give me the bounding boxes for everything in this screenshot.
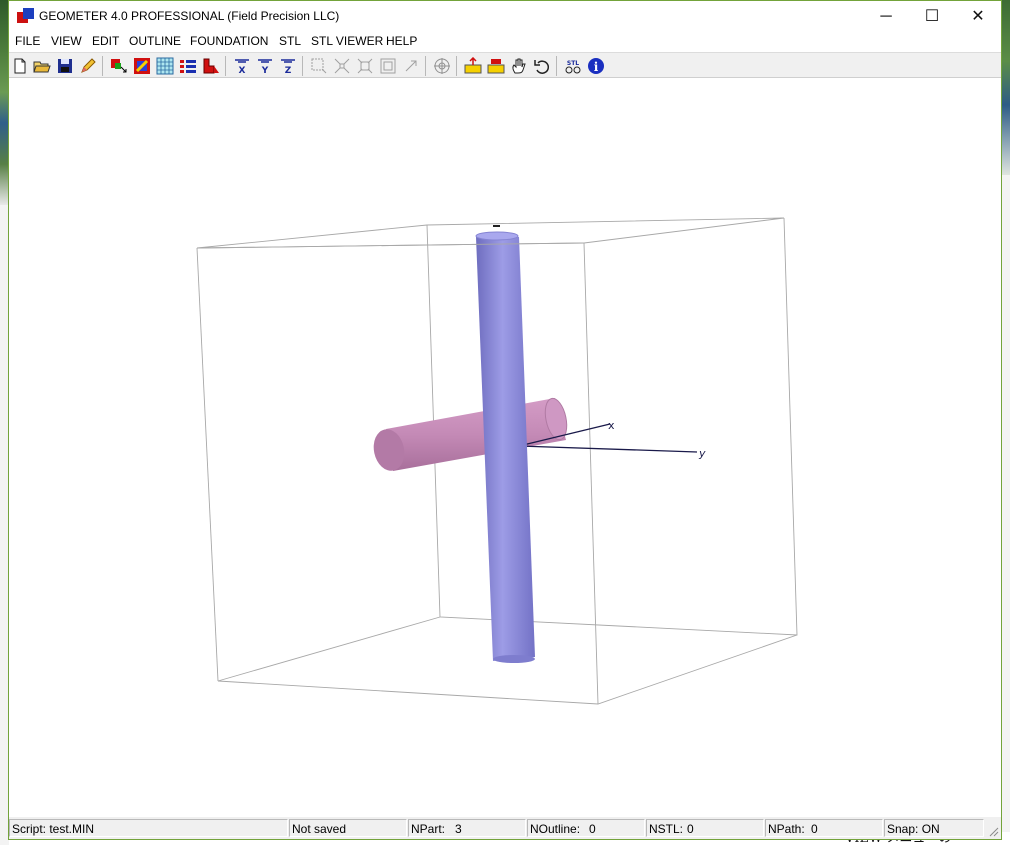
menu-bar: FILE VIEW EDIT OUTLINE FOUNDATION STL ST…: [9, 32, 1001, 51]
select-box-icon[interactable]: [310, 57, 328, 75]
menu-stl[interactable]: STL: [279, 34, 301, 48]
status-script: Script: test.MIN: [9, 819, 288, 837]
save-part-icon[interactable]: [487, 57, 505, 75]
noutline-value: 0: [589, 822, 596, 836]
horizontal-cylinder[interactable]: [370, 396, 570, 473]
undo-icon[interactable]: [533, 57, 551, 75]
status-nstl: NSTL: 0: [646, 819, 764, 837]
menu-view[interactable]: VIEW: [51, 34, 82, 48]
application-window: GEOMETER 4.0 PROFESSIONAL (Field Precisi…: [8, 0, 1002, 840]
toolbar-separator: [302, 56, 303, 76]
menu-edit[interactable]: EDIT: [92, 34, 119, 48]
toolbar-separator: [225, 56, 226, 76]
desktop-wallpaper-fragment: [1002, 0, 1010, 175]
npath-label: NPath:: [768, 822, 805, 836]
menu-help[interactable]: HELP: [386, 34, 417, 48]
svg-text:X: X: [239, 66, 246, 75]
axis-x-label: x: [608, 419, 615, 432]
npart-label: NPart:: [411, 822, 446, 836]
info-icon[interactable]: i: [587, 57, 605, 75]
status-saved: Not saved: [289, 819, 407, 837]
menu-outline[interactable]: OUTLINE: [129, 34, 181, 48]
zoom-in-icon[interactable]: [333, 57, 351, 75]
3d-viewport[interactable]: x y: [9, 78, 1001, 818]
npath-value: 0: [811, 822, 818, 836]
nstl-label: NSTL:: [649, 822, 684, 836]
close-button[interactable]: ✕: [955, 1, 1001, 32]
menu-file[interactable]: FILE: [15, 34, 40, 48]
window-title: GEOMETER 4.0 PROFESSIONAL (Field Precisi…: [39, 9, 340, 23]
maximize-button[interactable]: ☐: [909, 1, 955, 32]
resize-grip-icon[interactable]: [987, 825, 999, 837]
status-noutline: NOutline: 0: [527, 819, 645, 837]
pencil-edit-icon[interactable]: [79, 57, 97, 75]
minimize-button[interactable]: ─: [863, 1, 909, 32]
status-snap: Snap: ON: [884, 819, 984, 837]
pointer-icon[interactable]: [402, 57, 420, 75]
axis-y-label: y: [698, 447, 706, 460]
open-folder-icon[interactable]: [33, 57, 51, 75]
app-logo-icon: [17, 8, 34, 23]
view-z-icon[interactable]: Z: [279, 57, 297, 75]
target-icon[interactable]: [433, 57, 451, 75]
hand-rotate-icon[interactable]: [510, 57, 528, 75]
status-npath: NPath: 0: [765, 819, 883, 837]
noutline-label: NOutline:: [530, 822, 581, 836]
vertical-cylinder[interactable]: [475, 225, 535, 663]
zoom-out-icon[interactable]: [356, 57, 374, 75]
save-disk-icon[interactable]: [56, 57, 74, 75]
svg-text:Z: Z: [285, 66, 292, 75]
zoom-fit-icon[interactable]: [379, 57, 397, 75]
view-x-icon[interactable]: X: [233, 57, 251, 75]
part-move-icon[interactable]: [110, 57, 128, 75]
svg-text:Y: Y: [261, 66, 269, 75]
title-bar: GEOMETER 4.0 PROFESSIONAL (Field Precisi…: [9, 1, 1001, 32]
grid-mesh-icon[interactable]: [156, 57, 174, 75]
svg-text:STL: STL: [567, 60, 579, 67]
toolbar-separator: [456, 56, 457, 76]
bounding-box-front: [196, 242, 585, 249]
load-part-icon[interactable]: [464, 57, 482, 75]
region-fill-icon[interactable]: [202, 57, 220, 75]
nstl-value: 0: [687, 822, 694, 836]
color-swatch-icon[interactable]: [133, 57, 151, 75]
status-bar: Script: test.MIN Not saved NPart: 3 NOut…: [9, 817, 1001, 839]
svg-text:i: i: [594, 60, 599, 74]
new-file-icon[interactable]: [11, 57, 29, 75]
toolbar-separator: [556, 56, 557, 76]
list-icon[interactable]: [179, 57, 197, 75]
desktop-background-right: [1002, 0, 1010, 845]
npart-value: 3: [455, 822, 462, 836]
menu-foundation[interactable]: FOUNDATION: [190, 34, 268, 48]
menu-stl-viewer[interactable]: STL VIEWER: [311, 34, 383, 48]
toolbar: X Y Z STL i: [9, 52, 1001, 78]
view-y-icon[interactable]: Y: [256, 57, 274, 75]
status-npart: NPart: 3: [408, 819, 526, 837]
stl-view-icon[interactable]: STL: [564, 57, 582, 75]
toolbar-separator: [102, 56, 103, 76]
toolbar-separator: [425, 56, 426, 76]
